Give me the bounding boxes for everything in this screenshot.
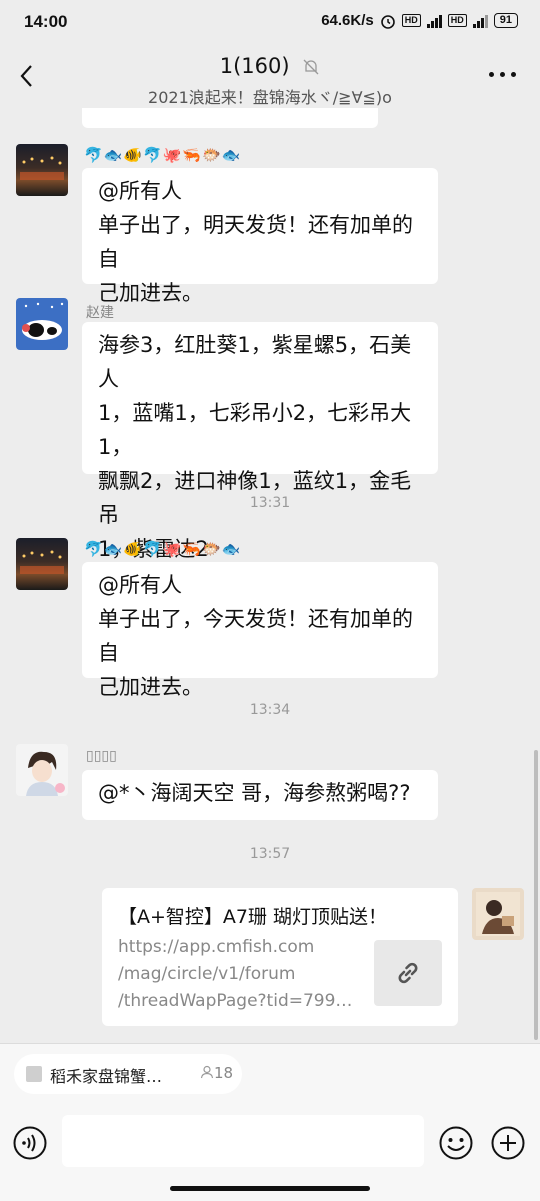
avatar[interactable] bbox=[16, 744, 68, 796]
avatar[interactable] bbox=[16, 144, 68, 196]
sender-name: 赵建 bbox=[86, 305, 114, 321]
message-line: @*丶海阔天空 哥，海参熬粥喝?? bbox=[98, 781, 411, 805]
home-indicator[interactable] bbox=[170, 1186, 370, 1191]
message-bubble[interactable]: 海参3，红肚葵1，紫星螺5，石美人 1，蓝嘴1，七彩吊小2，七彩吊大1， 飘飘2… bbox=[82, 322, 438, 561]
link-url-line: https://app.cmfish.com bbox=[118, 937, 315, 957]
hd-icon: HD bbox=[401, 14, 421, 27]
group-member-count: 18 bbox=[200, 1064, 233, 1082]
alarm-icon bbox=[380, 14, 395, 29]
sender-emoji-name: 🐬🐟🐠🐬🐙🦐🐡🐟 bbox=[84, 146, 242, 164]
link-icon bbox=[398, 962, 418, 984]
group-member-count-value: 18 bbox=[214, 1064, 234, 1082]
message-bubble[interactable]: @所有人 单子出了，今天发货！还有加单的自 己加进去。 bbox=[82, 562, 438, 699]
avatar[interactable] bbox=[16, 538, 68, 590]
message-line: @所有人 bbox=[98, 179, 182, 203]
avatar[interactable] bbox=[16, 298, 68, 350]
person-icon bbox=[200, 1065, 214, 1079]
chat-subtitle: 2021浪起来！盘锦海水ヾ/≧∀≦)o bbox=[148, 88, 392, 107]
message-bubble[interactable]: @所有人 单子出了，明天发货！还有加单的自 己加进去。 bbox=[82, 168, 438, 305]
link-thumbnail bbox=[374, 940, 442, 1006]
chat-scrollbar[interactable] bbox=[534, 750, 538, 1040]
my-avatar[interactable] bbox=[472, 888, 524, 940]
signal-icon bbox=[426, 14, 442, 28]
message-line: 己加进去。 bbox=[98, 281, 203, 305]
signal-icon-2 bbox=[472, 14, 488, 28]
timestamp: 13:31 bbox=[249, 495, 291, 511]
message-bubble[interactable]: @*丶海阔天空 哥，海参熬粥喝?? bbox=[82, 770, 438, 820]
status-bar: 14:00 64.6K/s HD HD 91 bbox=[0, 0, 540, 44]
chat-area[interactable]: 🐬🐟🐠🐬🐙🦐🐡🐟 @所有人 单子出了，明天发货！还有加单的自 己加进去。 赵建 … bbox=[0, 108, 540, 1043]
link-title: 【A+智控】A7珊 瑚灯顶贴送！ bbox=[118, 906, 388, 928]
message-line: 单子出了，明天发货！还有加单的自 bbox=[98, 213, 413, 271]
status-time: 14:00 bbox=[24, 12, 68, 31]
link-url-line: /mag/circle/v1/forum bbox=[118, 964, 296, 984]
link-url-line: /threadWapPage?tid=799… bbox=[118, 991, 353, 1011]
sender-name: ▯▯▯▯ bbox=[86, 748, 117, 764]
emoji-icon[interactable] bbox=[438, 1125, 474, 1161]
group-entry-label: 稻禾家盘锦蟹… bbox=[50, 1067, 163, 1086]
chat-title-row: 1(160) bbox=[0, 54, 540, 78]
message-bubble-partial[interactable] bbox=[82, 108, 378, 128]
more-icon[interactable] bbox=[489, 72, 516, 77]
message-line: 1，蓝嘴1，七彩吊小2，七彩吊大1， bbox=[98, 401, 412, 459]
timestamp: 13:57 bbox=[249, 846, 291, 862]
link-url: https://app.cmfish.com /mag/circle/v1/fo… bbox=[118, 934, 368, 1015]
plus-icon[interactable] bbox=[490, 1125, 526, 1161]
battery-icon: 91 bbox=[493, 13, 518, 28]
hd-icon-2: HD bbox=[447, 14, 467, 27]
chat-header: 1(160) 2021浪起来！盘锦海水ヾ/≧∀≦)o bbox=[0, 44, 540, 108]
voice-icon[interactable] bbox=[12, 1125, 48, 1161]
network-speed: 64.6K/s bbox=[321, 12, 374, 29]
timestamp: 13:34 bbox=[249, 702, 291, 718]
group-entry-chip[interactable]: 稻禾家盘锦蟹… 18 bbox=[14, 1054, 242, 1094]
link-card[interactable]: 【A+智控】A7珊 瑚灯顶贴送！ https://app.cmfish.com … bbox=[102, 888, 458, 1026]
sender-emoji-name: 🐬🐟🐠🐬🐙🦐🐡🐟 bbox=[84, 540, 242, 558]
mute-bell-icon bbox=[303, 59, 319, 75]
group-icon bbox=[26, 1066, 42, 1082]
message-line: 海参3，红肚葵1，紫星螺5，石美人 bbox=[98, 333, 412, 391]
status-icons: 64.6K/s HD HD 91 bbox=[321, 12, 518, 29]
message-input[interactable] bbox=[62, 1115, 424, 1167]
message-line: 己加进去。 bbox=[98, 675, 203, 699]
message-line: @所有人 bbox=[98, 573, 182, 597]
message-line: 单子出了，今天发货！还有加单的自 bbox=[98, 607, 413, 665]
chat-title: 1(160) bbox=[219, 54, 290, 78]
